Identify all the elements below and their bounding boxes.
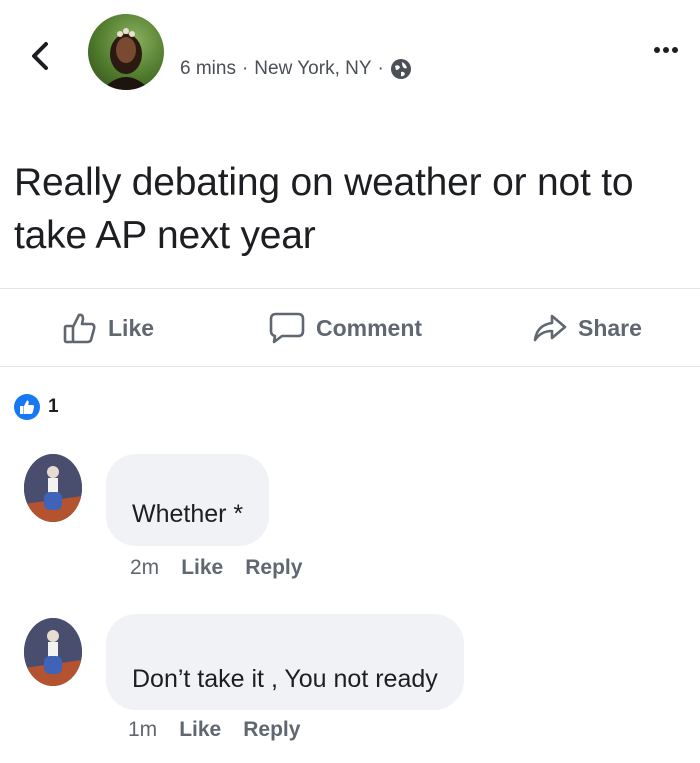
comment-like-button[interactable]: Like: [181, 556, 223, 580]
share-label: Share: [578, 314, 642, 341]
comment-actions: 2m Like Reply: [130, 556, 302, 580]
profile-photo: [102, 28, 150, 90]
back-button[interactable]: [22, 36, 62, 76]
meta-separator: ·: [241, 58, 249, 79]
divider-top: [0, 288, 700, 289]
comment-actions: 1m Like Reply: [128, 718, 300, 742]
ellipsis-icon: [654, 47, 678, 53]
comment-time[interactable]: 1m: [128, 718, 157, 742]
post-time[interactable]: 6 mins: [180, 58, 236, 80]
meta-separator-2: ·: [377, 58, 384, 79]
comment-label: Comment: [316, 314, 423, 341]
commenter-photo: [24, 618, 82, 686]
commenter-photo: [24, 454, 82, 522]
thumbs-up-icon: [63, 313, 96, 344]
like-label: Like: [108, 314, 155, 341]
commenter-avatar[interactable]: [24, 454, 82, 522]
share-arrow-icon: [533, 314, 567, 342]
comment-reply-button[interactable]: Reply: [243, 718, 300, 742]
comment-like-button[interactable]: Like: [179, 718, 221, 742]
reaction-count: 1: [48, 396, 59, 417]
like-badge-icon: [14, 394, 40, 420]
poster-avatar[interactable]: [88, 14, 164, 90]
comment-bubble: Whether *: [106, 454, 270, 546]
comment-text: Whether *: [132, 499, 244, 528]
more-options-button[interactable]: [648, 42, 684, 58]
commenter-avatar[interactable]: [24, 618, 82, 686]
reaction-summary[interactable]: 1: [14, 394, 59, 420]
post-location[interactable]: New York, NY: [254, 58, 371, 80]
post-text: Really debating on weather or not to tak…: [14, 161, 634, 257]
comment-button[interactable]: Comment: [268, 308, 422, 348]
comment-time[interactable]: 2m: [130, 556, 159, 580]
comment-text: Don’t take it , You not ready: [132, 664, 438, 693]
post-meta: 6 mins · New York, NY ·: [180, 58, 412, 80]
globe-icon: [390, 59, 411, 79]
comment-reply-button[interactable]: Reply: [245, 556, 302, 580]
share-button[interactable]: Share: [532, 308, 642, 348]
like-button[interactable]: Like: [62, 308, 154, 348]
comment-bubble: Don’t take it , You not ready: [106, 614, 464, 710]
comment-bubble-icon: [269, 312, 305, 344]
divider-bottom: [0, 366, 700, 367]
chevron-left-icon: [32, 42, 48, 70]
